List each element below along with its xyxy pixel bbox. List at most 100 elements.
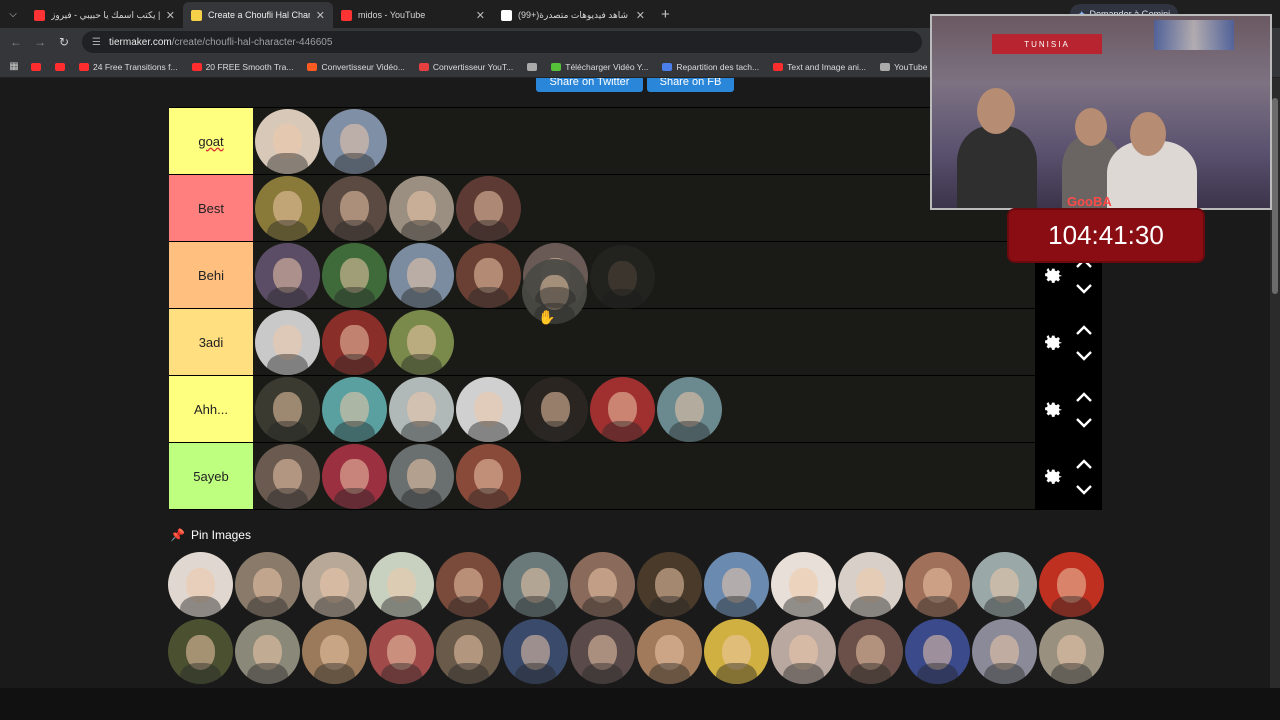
bookmark-item[interactable]: Convertisseur Vidéo... (302, 62, 409, 72)
browser-tab-active[interactable]: Create a Choufli Hal Character ✕ (183, 2, 333, 28)
close-tab-icon[interactable]: ✕ (636, 9, 645, 22)
character-image[interactable] (255, 175, 320, 241)
close-tab-icon[interactable]: ✕ (316, 9, 325, 22)
settings-gear-icon[interactable] (1040, 463, 1064, 487)
bookmark-item[interactable]: Repartition des tach... (657, 62, 764, 72)
character-image[interactable] (523, 376, 588, 442)
character-image[interactable] (456, 376, 521, 442)
pool-character-image[interactable] (168, 619, 233, 684)
pool-character-image[interactable] (771, 619, 836, 684)
move-down-icon[interactable] (1075, 349, 1093, 361)
browser-tab[interactable]: (99+)شاهد فيديوهات متصدرة | ... ✕ (493, 2, 653, 28)
bookmark-label: Convertisseur YouT... (432, 61, 514, 72)
bookmark-item[interactable]: Text and Image ani... (768, 62, 871, 72)
pool-character-image[interactable] (704, 552, 769, 617)
scroll-thumb[interactable] (1272, 98, 1278, 294)
browser-tab[interactable]: يكتب اسمك يا حبيبي - فيروز | be ✕ (26, 2, 183, 28)
character-image[interactable] (389, 443, 454, 509)
pool-character-image[interactable] (972, 619, 1037, 684)
tier-label[interactable]: goat (169, 108, 253, 174)
move-down-icon[interactable] (1075, 483, 1093, 495)
close-tab-icon[interactable]: ✕ (166, 9, 175, 22)
bookmark-item[interactable]: 20 FREE Smooth Tra... (187, 62, 299, 72)
pool-character-image[interactable] (436, 619, 501, 684)
settings-gear-icon[interactable] (1040, 329, 1064, 353)
pool-character-image[interactable] (1039, 552, 1104, 617)
character-image[interactable] (322, 376, 387, 442)
address-bar[interactable]: ☰ tiermaker.com/create/choufli-hal-chara… (82, 31, 922, 53)
character-image[interactable] (389, 309, 454, 375)
character-image[interactable] (657, 376, 722, 442)
move-up-icon[interactable] (1075, 323, 1093, 335)
pool-character-image[interactable] (302, 619, 367, 684)
apps-grid-icon[interactable]: ▦ (6, 61, 22, 72)
tier-label[interactable]: 3adi (169, 309, 253, 375)
character-image[interactable] (255, 443, 320, 509)
back-icon[interactable]: ← (4, 35, 28, 49)
site-info-icon[interactable]: ☰ (92, 37, 101, 48)
character-image[interactable] (322, 175, 387, 241)
character-image[interactable] (456, 443, 521, 509)
character-image[interactable] (456, 242, 521, 308)
move-down-icon[interactable] (1075, 282, 1093, 294)
character-image[interactable] (255, 376, 320, 442)
pool-character-image[interactable] (369, 552, 434, 617)
browser-tab[interactable]: midos - YouTube ✕ (333, 2, 493, 28)
pool-character-image[interactable] (637, 552, 702, 617)
settings-gear-icon[interactable] (1040, 396, 1064, 420)
pool-character-image[interactable] (905, 619, 970, 684)
bookmark-item[interactable] (522, 62, 542, 72)
character-image[interactable] (322, 309, 387, 375)
bookmark-item[interactable] (26, 62, 46, 72)
bookmark-item[interactable]: Télécharger Vidéo Y... (546, 62, 653, 72)
pool-character-image[interactable] (771, 552, 836, 617)
character-image[interactable] (322, 108, 387, 174)
bookmark-label: Télécharger Vidéo Y... (565, 61, 649, 72)
tier-label[interactable]: Best (169, 175, 253, 241)
pool-character-image[interactable] (570, 619, 635, 684)
share-fb-button[interactable]: Share on FB (647, 78, 734, 92)
character-image[interactable] (255, 108, 320, 174)
character-image[interactable] (389, 376, 454, 442)
tab-search-icon[interactable]: ⌵ (0, 0, 26, 28)
pool-character-image[interactable] (972, 552, 1037, 617)
forward-icon[interactable]: → (28, 35, 52, 49)
share-twitter-button[interactable]: Share on Twitter (536, 78, 643, 92)
reload-icon[interactable]: ↻ (52, 35, 76, 49)
character-image[interactable] (255, 309, 320, 375)
tier-label[interactable]: Ahh... (169, 376, 253, 442)
settings-gear-icon[interactable] (1040, 262, 1064, 286)
pool-character-image[interactable] (369, 619, 434, 684)
pool-character-image[interactable] (838, 552, 903, 617)
pool-character-image[interactable] (838, 619, 903, 684)
close-tab-icon[interactable]: ✕ (476, 9, 485, 22)
pool-character-image[interactable] (235, 619, 300, 684)
pool-character-image[interactable] (302, 552, 367, 617)
character-image[interactable] (456, 175, 521, 241)
character-image[interactable] (590, 376, 655, 442)
pool-character-image[interactable] (905, 552, 970, 617)
tier-label[interactable]: Behi (169, 242, 253, 308)
bookmark-item[interactable]: Convertisseur YouT... (414, 62, 518, 72)
move-up-icon[interactable] (1075, 457, 1093, 469)
pool-character-image[interactable] (436, 552, 501, 617)
move-down-icon[interactable] (1075, 416, 1093, 428)
pool-character-image[interactable] (235, 552, 300, 617)
new-tab-button[interactable]: + (653, 6, 678, 23)
pool-character-image[interactable] (168, 552, 233, 617)
pool-character-image[interactable] (637, 619, 702, 684)
pool-character-image[interactable] (570, 552, 635, 617)
character-image[interactable] (322, 242, 387, 308)
character-image[interactable] (255, 242, 320, 308)
character-image[interactable] (389, 242, 454, 308)
pool-character-image[interactable] (503, 619, 568, 684)
tier-label[interactable]: 5ayeb (169, 443, 253, 509)
move-up-icon[interactable] (1075, 390, 1093, 402)
pool-character-image[interactable] (704, 619, 769, 684)
pool-character-image[interactable] (1039, 619, 1104, 684)
character-image[interactable] (389, 175, 454, 241)
character-image[interactable] (322, 443, 387, 509)
bookmark-item[interactable] (50, 62, 70, 72)
pool-character-image[interactable] (503, 552, 568, 617)
bookmark-item[interactable]: 24 Free Transitions f... (74, 62, 183, 72)
